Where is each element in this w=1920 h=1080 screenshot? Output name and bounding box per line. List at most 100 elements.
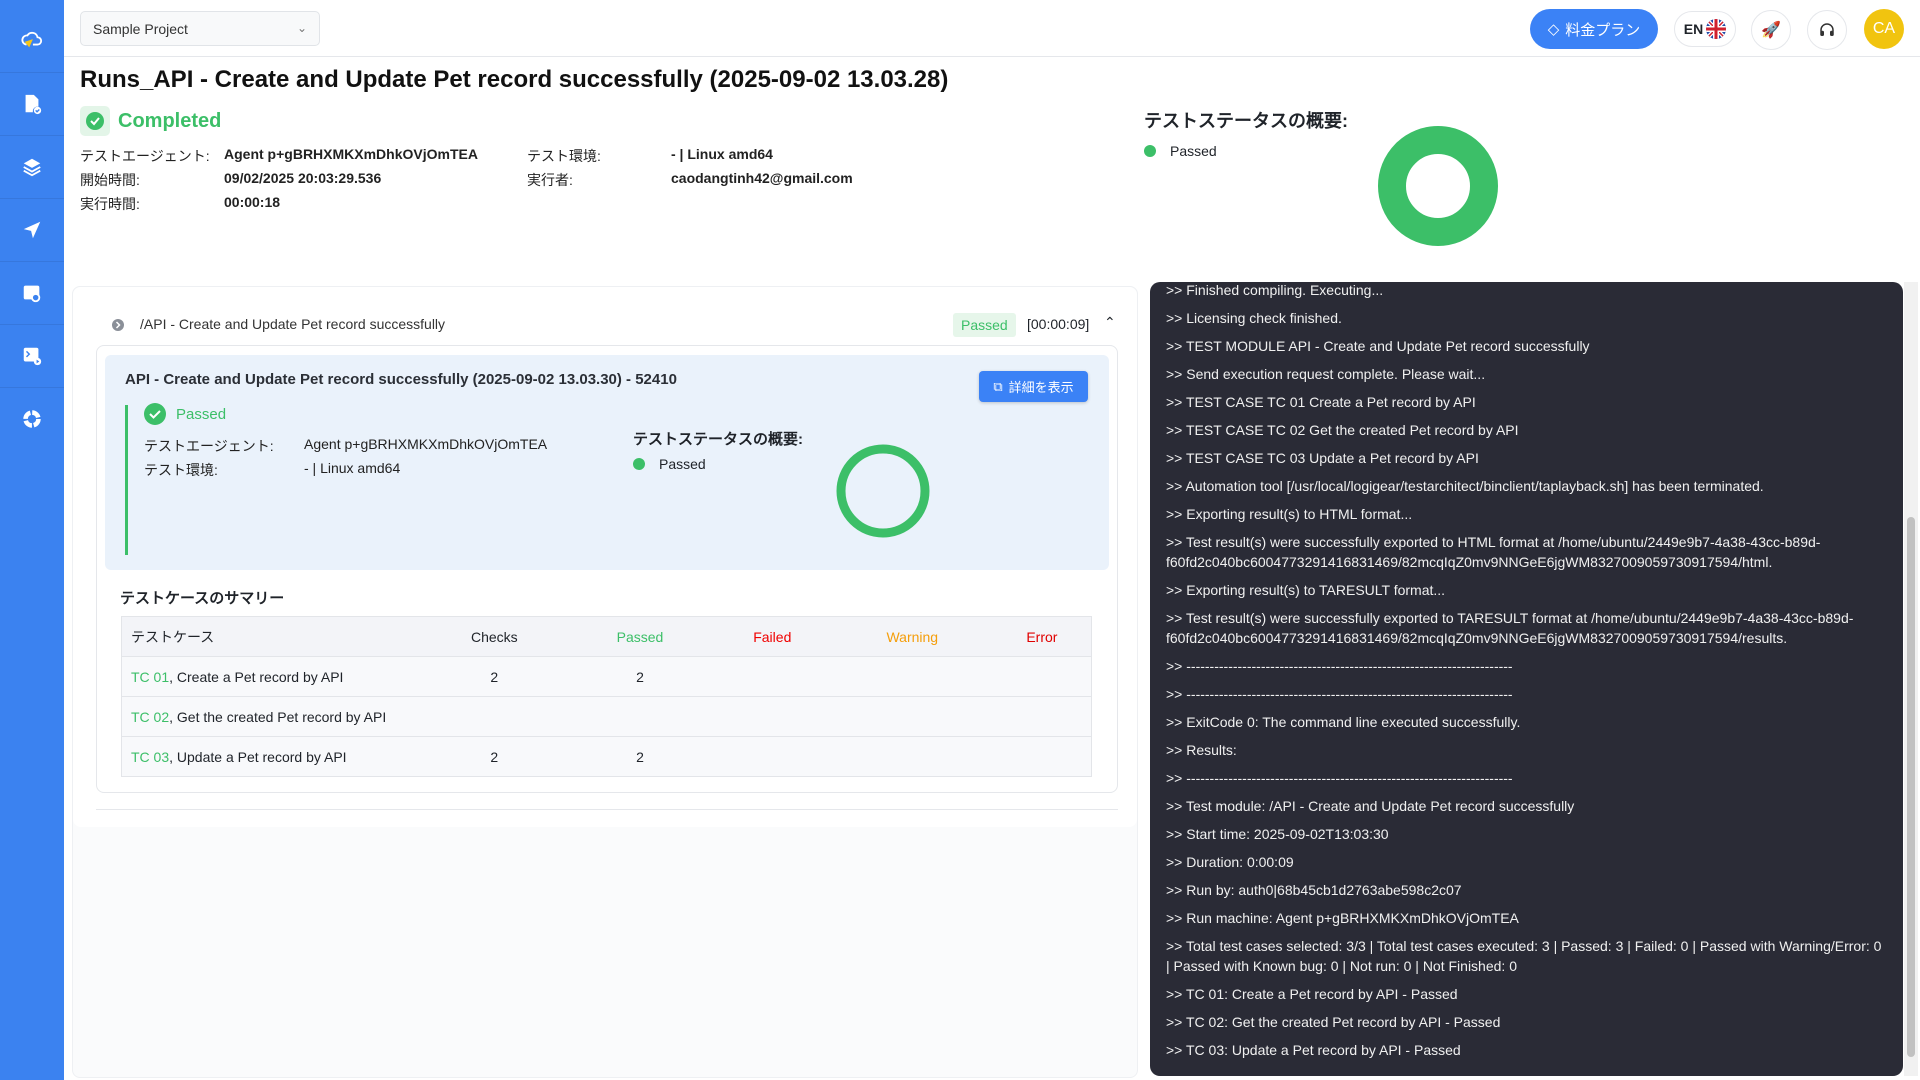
testcase-failed xyxy=(712,736,832,777)
donut-slice-passed xyxy=(836,444,930,538)
sidebar-item-runs[interactable] xyxy=(0,198,64,261)
legend-passed-label: Passed xyxy=(1170,143,1217,159)
testcase-row: TC 03, Update a Pet record by API 2 2 xyxy=(121,736,1092,777)
browser-search-icon xyxy=(23,285,41,303)
sidebar-item-tests[interactable] xyxy=(0,72,64,135)
top-header: Sample Project ⌄ ◇ 料金プラン EN 🚀 CA xyxy=(64,0,1920,57)
result-accent-bar xyxy=(125,405,128,555)
console-line: >> Exporting result(s) to TARESULT forma… xyxy=(1166,582,1446,598)
whats-new-button[interactable]: 🚀 xyxy=(1751,10,1791,50)
testcase-warning xyxy=(831,696,993,737)
divider xyxy=(96,809,1118,810)
user-avatar[interactable]: CA xyxy=(1864,9,1904,49)
module-expand-icon[interactable] xyxy=(111,318,125,337)
module-agent-value: Agent p+gBRHXMKXmDhkOVjOmTEA xyxy=(304,436,548,452)
testcase-error xyxy=(992,736,1092,777)
module-summary-title: テストステータスの概要: xyxy=(633,431,803,448)
console-line: >> Results: xyxy=(1166,742,1237,758)
diamond-icon: ◇ xyxy=(1547,21,1560,38)
project-name: Sample Project xyxy=(93,21,188,37)
runner-value: caodangtinh42@gmail.com xyxy=(671,170,853,186)
support-button[interactable] xyxy=(1807,10,1847,50)
testcase-failed xyxy=(712,696,832,737)
testcase-id-link[interactable]: TC 01 xyxy=(131,669,169,685)
testcase-checks xyxy=(421,696,568,737)
language-selector[interactable]: EN xyxy=(1674,11,1736,47)
testcase-summary-heading: テストケースのサマリー xyxy=(120,590,285,607)
testcase-table: テストケース Checks Passed Failed Warning Erro… xyxy=(121,616,1092,777)
passed-check-icon xyxy=(144,403,166,430)
console-scrollbar[interactable] xyxy=(1904,282,1918,1076)
testcase-passed: 2 xyxy=(567,656,713,697)
testcase-id-link[interactable]: TC 03 xyxy=(131,749,169,765)
pricing-plan-label: 料金プラン xyxy=(1565,21,1641,39)
module-env-label: テスト環境: xyxy=(144,462,218,478)
sidebar-item-monitor[interactable] xyxy=(0,261,64,324)
console-line: >> -------------------------------------… xyxy=(1166,658,1513,674)
sidebar-item-help[interactable] xyxy=(0,387,64,450)
send-icon xyxy=(23,221,41,239)
donut-slice-passed xyxy=(1378,126,1498,246)
console-line: >> Run by: auth0|68b45cb1d2763abe598c2c0… xyxy=(1166,882,1462,898)
console-line: >> Exporting result(s) to HTML format... xyxy=(1166,506,1413,522)
testcase-name: TC 03, Update a Pet record by API xyxy=(121,736,422,777)
env-value: - | Linux amd64 xyxy=(671,146,773,162)
layers-icon xyxy=(23,158,41,177)
testcase-name: TC 01, Create a Pet record by API xyxy=(121,656,422,697)
scrollbar-thumb[interactable] xyxy=(1907,517,1915,1057)
console-line: >> Test result(s) were successfully expo… xyxy=(1166,534,1821,570)
terminal-run-icon xyxy=(23,347,42,366)
testcase-row: TC 01, Create a Pet record by API 2 2 xyxy=(121,656,1092,697)
sidebar-item-suites[interactable] xyxy=(0,135,64,198)
testcase-id-link[interactable]: TC 02 xyxy=(131,709,169,725)
console-line: >> TEST CASE TC 01 Create a Pet record b… xyxy=(1166,394,1476,410)
testcase-checks: 2 xyxy=(421,656,568,697)
console-line: >> Test result(s) were successfully expo… xyxy=(1166,610,1854,646)
lifebuoy-icon xyxy=(23,410,41,428)
test-doc-icon xyxy=(25,94,42,115)
uk-flag-icon xyxy=(1706,19,1727,39)
project-selector[interactable]: Sample Project ⌄ xyxy=(80,11,320,46)
testcase-name: TC 02, Get the created Pet record by API xyxy=(121,696,422,737)
check-circle-icon xyxy=(80,106,110,136)
chevron-down-icon: ⌄ xyxy=(296,21,307,35)
env-label: テスト環境: xyxy=(527,148,601,164)
console-log[interactable]: >> Finished compiling. Executing... >> Li… xyxy=(1150,282,1903,1076)
module-status-badge: Passed xyxy=(953,313,1016,337)
module-status-donut xyxy=(836,444,930,538)
app-logo[interactable] xyxy=(0,8,64,71)
console-line: >> TC 02: Get the created Pet record by … xyxy=(1166,1014,1501,1030)
legend-passed-label: Passed xyxy=(659,456,706,472)
chevron-up-icon[interactable]: ⌃ xyxy=(1104,314,1116,331)
console-line: >> TEST CASE TC 03 Update a Pet record b… xyxy=(1166,450,1479,466)
start-time-value: 09/02/2025 20:03:29.536 xyxy=(224,170,382,186)
module-duration: [00:00:09] xyxy=(1027,316,1090,332)
sidebar-item-execution[interactable] xyxy=(0,324,64,387)
logo-icon xyxy=(21,31,43,47)
runner-label: 実行者: xyxy=(527,172,573,188)
console-line: >> TEST MODULE API - Create and Update P… xyxy=(1166,338,1590,354)
page-title: Runs_API - Create and Update Pet record … xyxy=(80,66,949,93)
legend-dot xyxy=(1144,145,1156,157)
console-line: >> TC 03: Update a Pet record by API - P… xyxy=(1166,1042,1461,1058)
testcase-error xyxy=(992,696,1092,737)
pricing-plan-button[interactable]: ◇ 料金プラン xyxy=(1530,9,1658,49)
language-code: EN xyxy=(1683,21,1704,37)
view-details-button[interactable]: ⧉ 詳細を表示 xyxy=(979,371,1088,402)
module-legend: Passed xyxy=(633,456,706,472)
console-line: >> Run machine: Agent p+gBRHXMKXmDhkOVjO… xyxy=(1166,910,1519,926)
agent-label: テストエージェント: xyxy=(80,148,210,164)
avatar-initials: CA xyxy=(1872,20,1896,37)
view-details-label: 詳細を表示 xyxy=(1008,380,1074,395)
console-line: >> TEST CASE TC 02 Get the created Pet r… xyxy=(1166,422,1519,438)
duration-value: 00:00:18 xyxy=(224,194,281,210)
col-checks: Checks xyxy=(421,616,568,657)
module-path[interactable]: /API - Create and Update Pet record succ… xyxy=(140,316,445,332)
sidebar xyxy=(0,0,64,1080)
col-warning: Warning xyxy=(831,616,993,657)
duration-label: 実行時間: xyxy=(80,196,140,212)
console-line: >> Start time: 2025-09-02T13:03:30 xyxy=(1166,826,1389,842)
console-line: >> -------------------------------------… xyxy=(1166,686,1513,702)
legend-dot xyxy=(633,458,645,470)
testcase-title: , Get the created Pet record by API xyxy=(169,708,387,725)
